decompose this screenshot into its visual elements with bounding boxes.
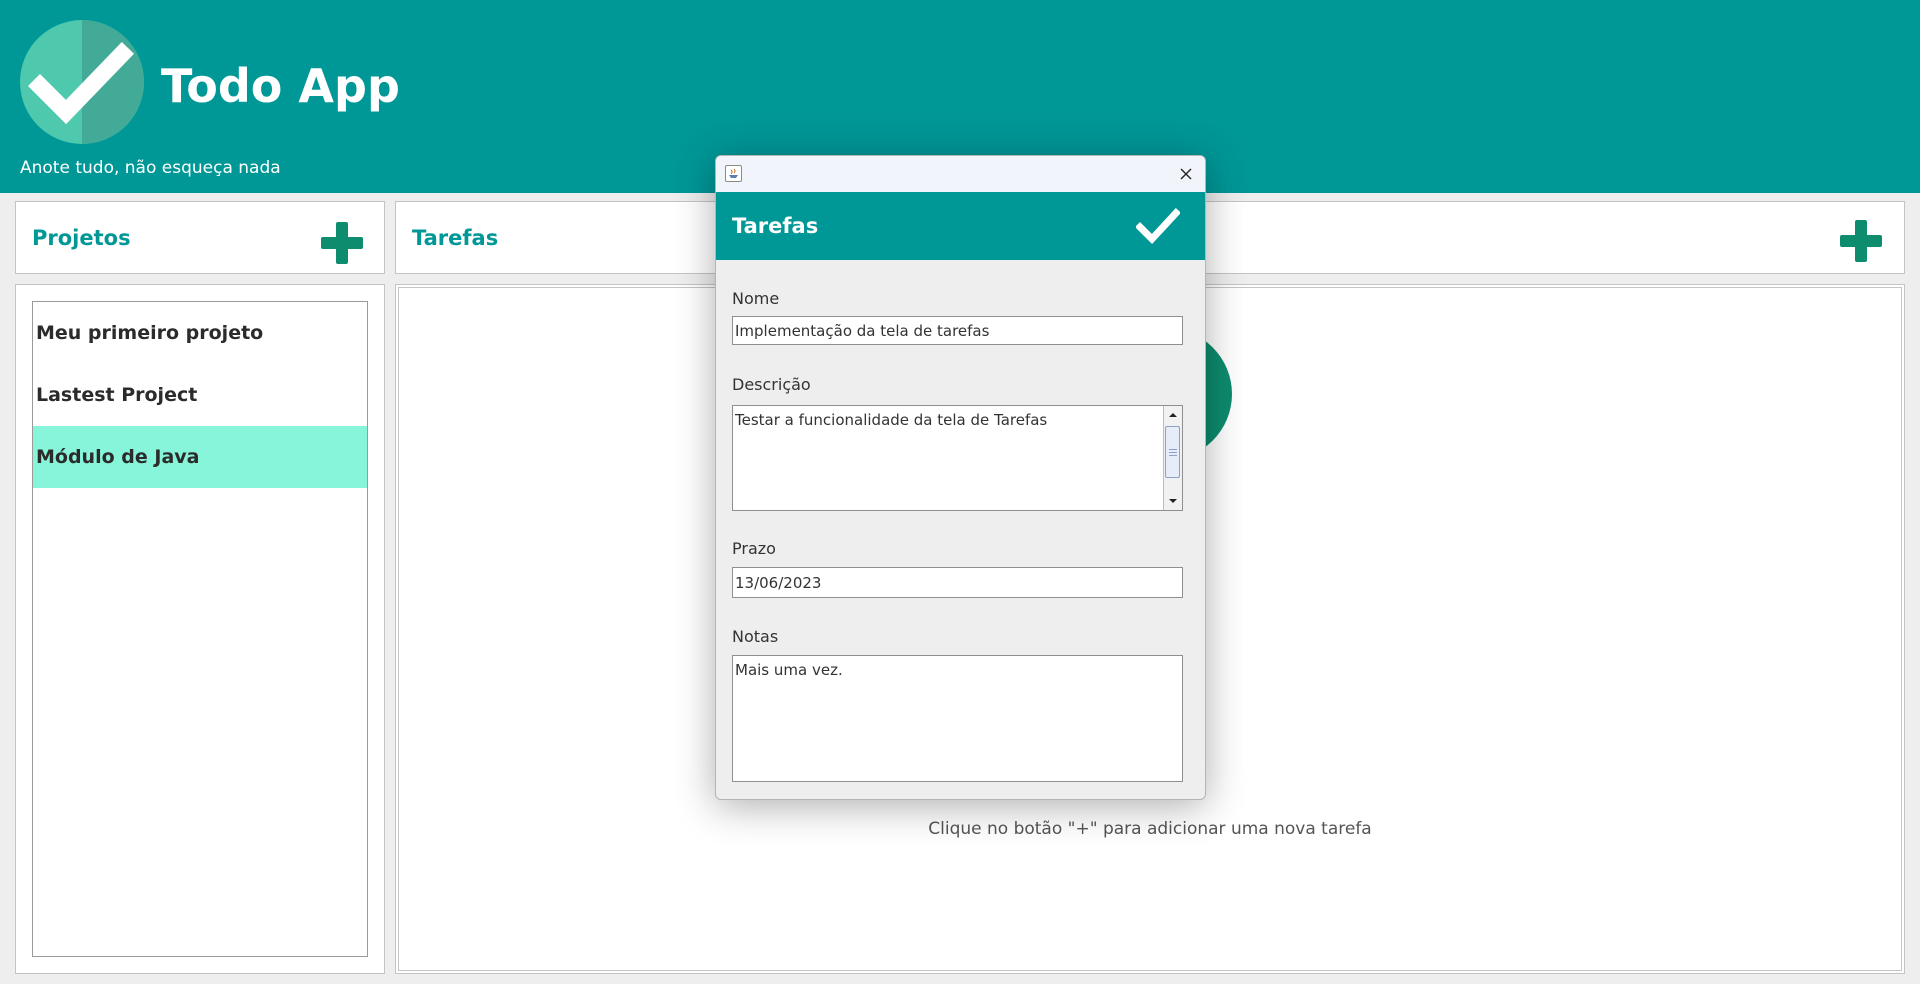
scroll-down-arrow-icon[interactable] [1164,492,1182,510]
prazo-input[interactable] [732,567,1183,598]
projects-panel-header: Projetos [15,201,385,274]
empty-state-hint: Clique no botão "+" para adicionar uma n… [928,819,1372,839]
dialog-header: Tarefas [716,192,1205,260]
notas-textarea[interactable]: Mais uma vez. [732,655,1183,782]
close-icon[interactable] [1172,160,1200,188]
projects-panel: Meu primeiro projeto Lastest Project Mód… [15,284,385,974]
descricao-textarea[interactable]: Testar a funcionalidade da tela de Taref… [732,405,1183,511]
scroll-thumb[interactable] [1165,426,1180,478]
confirm-check-icon[interactable] [1135,206,1181,246]
prazo-label: Prazo [732,539,776,558]
nome-input[interactable] [732,316,1183,345]
dialog-title: Tarefas [732,214,819,238]
add-task-button[interactable] [1840,220,1882,262]
app-title: Todo App [161,59,400,113]
descricao-label: Descrição [732,375,811,394]
add-project-button[interactable] [321,222,363,264]
descricao-scrollbar[interactable] [1163,406,1182,510]
project-item[interactable]: Meu primeiro projeto [33,302,367,364]
nome-label: Nome [732,289,780,308]
project-item-selected[interactable]: Módulo de Java [33,426,367,488]
scroll-up-arrow-icon[interactable] [1164,406,1182,424]
dialog-titlebar[interactable] [716,156,1205,192]
projects-title: Projetos [32,226,131,250]
java-icon [725,165,742,182]
tasks-title: Tarefas [412,226,499,250]
notas-label: Notas [732,627,779,646]
task-dialog: Tarefas Nome Descrição Testar a funciona… [715,155,1206,800]
check-circle-icon [20,20,144,144]
project-item[interactable]: Lastest Project [33,364,367,426]
app-subtitle: Anote tudo, não esqueça nada [20,158,281,178]
project-list[interactable]: Meu primeiro projeto Lastest Project Mód… [32,301,368,957]
